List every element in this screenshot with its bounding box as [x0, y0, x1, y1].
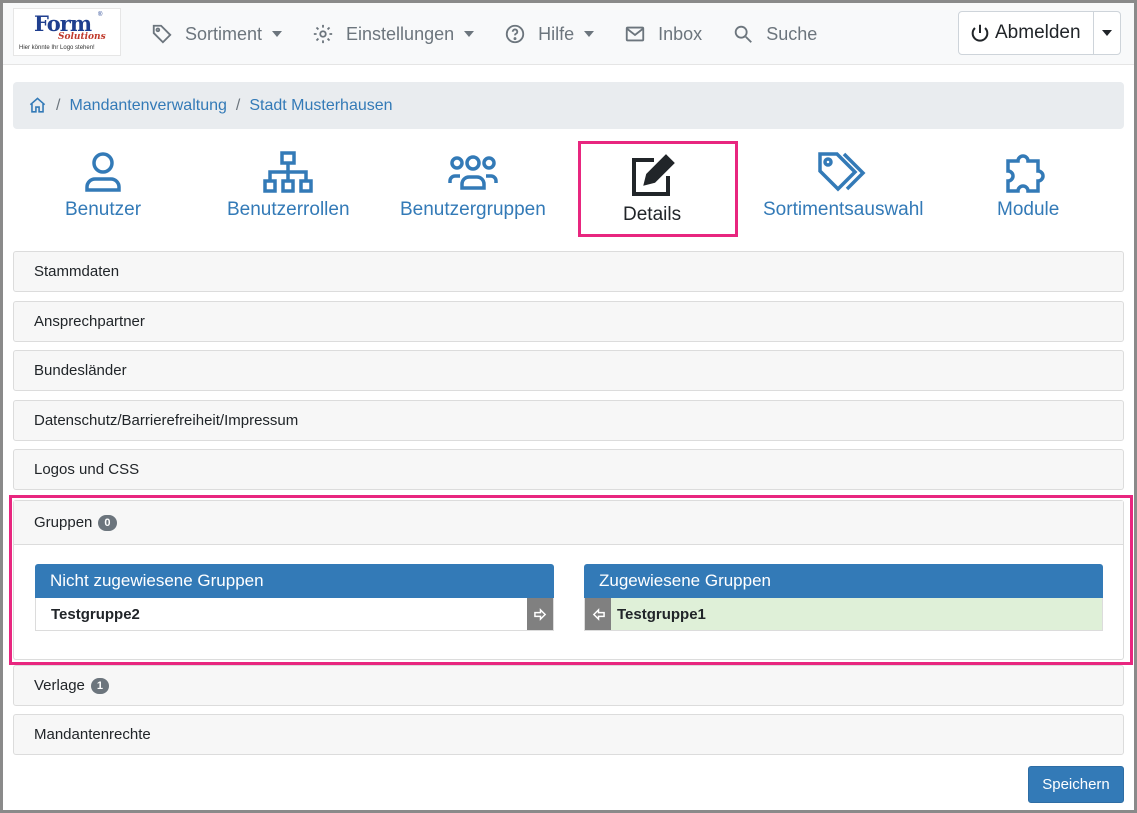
nav-hilfe-label: Hilfe	[538, 23, 575, 44]
chevron-down-icon	[464, 31, 475, 37]
logout-dropdown-toggle[interactable]	[1094, 12, 1120, 54]
tab-benutzerrollen[interactable]: Benutzerrollen	[227, 151, 350, 221]
logout-button[interactable]: Abmelden	[959, 12, 1094, 54]
nav-einstellungen-label: Einstellungen	[346, 23, 455, 44]
gear-icon	[313, 24, 333, 44]
section-logos[interactable]: Logos und CSS	[13, 449, 1124, 490]
nav-suche[interactable]: Suche	[732, 23, 817, 45]
brand-logo[interactable]: Form ® Solutions Hier könnte Ihr Logo st…	[13, 8, 121, 56]
tab-module-label: Module	[997, 199, 1060, 220]
section-stammdaten[interactable]: Stammdaten	[13, 251, 1124, 292]
chevron-down-icon	[1101, 30, 1112, 36]
tab-benutzer[interactable]: Benutzer	[65, 151, 141, 221]
home-icon[interactable]	[28, 96, 47, 115]
tags-icon	[818, 152, 866, 192]
envelope-icon	[625, 26, 645, 42]
section-datenschutz-label: Datenschutz/Barrierefreiheit/Impressum	[34, 412, 299, 429]
logout-label: Abmelden	[995, 22, 1081, 43]
top-navbar: Form ® Solutions Hier könnte Ihr Logo st…	[3, 3, 1134, 65]
section-logos-label: Logos und CSS	[34, 461, 140, 478]
breadcrumb: / Mandantenverwaltung / Stadt Musterhaus…	[13, 82, 1124, 129]
section-ansprechpartner[interactable]: Ansprechpartner	[13, 301, 1124, 342]
tab-benutzerrollen-label: Benutzerrollen	[227, 199, 350, 220]
tab-benutzer-label: Benutzer	[65, 199, 142, 220]
nav-inbox-label: Inbox	[658, 23, 703, 44]
app-frame: Form ® Solutions Hier könnte Ihr Logo st…	[0, 0, 1137, 813]
nav-menu: Sortiment Einstellungen Hilfe Inbox Such…	[151, 3, 847, 65]
tab-benutzergruppen-label: Benutzergruppen	[400, 199, 546, 220]
user-icon	[85, 152, 121, 192]
section-bundeslaender-label: Bundesländer	[34, 362, 127, 379]
nav-sortiment-label: Sortiment	[185, 23, 263, 44]
section-verlage-label: Verlage	[34, 677, 85, 694]
section-mandantenrechte[interactable]: Mandantenrechte	[13, 714, 1124, 755]
section-bundeslaender[interactable]: Bundesländer	[13, 350, 1124, 391]
logout-button-group: Abmelden	[958, 11, 1121, 55]
breadcrumb-separator: /	[56, 96, 61, 114]
logo-text-solutions: Solutions	[58, 32, 106, 42]
breadcrumb-separator: /	[235, 96, 241, 114]
section-ansprechpartner-label: Ansprechpartner	[34, 313, 145, 330]
logo-registered: ®	[98, 12, 103, 18]
nav-inbox[interactable]: Inbox	[624, 23, 702, 45]
nav-hilfe[interactable]: Hilfe	[504, 23, 595, 45]
chevron-down-icon	[584, 31, 595, 37]
puzzle-icon	[1006, 154, 1045, 193]
save-button[interactable]: Speichern	[1028, 766, 1124, 803]
section-datenschutz[interactable]: Datenschutz/Barrierefreiheit/Impressum	[13, 400, 1124, 441]
nav-suche-label: Suche	[766, 23, 818, 44]
section-verlage[interactable]: Verlage 1	[13, 665, 1124, 706]
nav-sortiment[interactable]: Sortiment	[151, 23, 283, 45]
power-icon	[971, 24, 989, 42]
logo-tagline: Hier könnte Ihr Logo stehen!	[19, 45, 95, 51]
highlight-frame-details	[578, 141, 738, 237]
users-icon	[448, 155, 498, 190]
nav-einstellungen[interactable]: Einstellungen	[312, 23, 475, 45]
tab-sortimentsauswahl-label: Sortimentsauswahl	[763, 199, 924, 220]
verlage-count-badge: 1	[90, 677, 109, 694]
tag-icon	[152, 24, 172, 44]
chevron-down-icon	[272, 31, 283, 37]
tab-benutzergruppen[interactable]: Benutzergruppen	[400, 151, 546, 221]
section-mandantenrechte-label: Mandantenrechte	[34, 726, 151, 743]
sitemap-icon	[263, 151, 314, 193]
breadcrumb-stadt[interactable]: Stadt Musterhausen	[249, 97, 392, 115]
highlight-frame-gruppen	[9, 495, 1133, 665]
search-icon	[734, 25, 753, 43]
section-stammdaten-label: Stammdaten	[34, 263, 120, 280]
tab-sortimentsauswahl[interactable]: Sortimentsauswahl	[763, 151, 924, 221]
help-circle-icon	[505, 24, 525, 44]
tab-module[interactable]: Module	[997, 151, 1059, 221]
breadcrumb-mandantenverwaltung[interactable]: Mandantenverwaltung	[69, 97, 226, 115]
